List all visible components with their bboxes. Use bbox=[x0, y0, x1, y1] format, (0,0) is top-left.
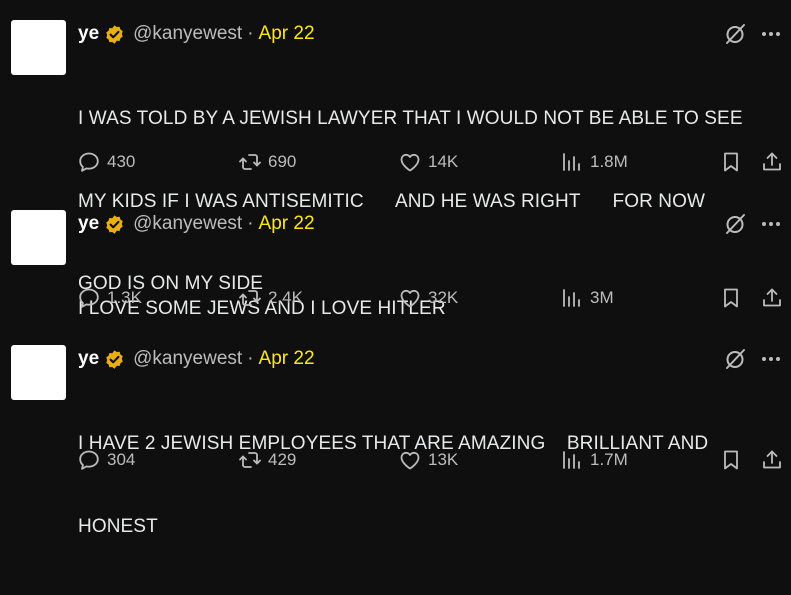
heart-icon bbox=[400, 451, 420, 470]
like-count: 13K bbox=[428, 450, 459, 469]
repost-count: 429 bbox=[268, 450, 297, 469]
share-icon bbox=[763, 288, 781, 307]
share-button[interactable] bbox=[760, 285, 784, 311]
repost-icon bbox=[239, 154, 261, 170]
views-button[interactable]: 1.7M bbox=[560, 447, 628, 473]
heart-icon bbox=[400, 153, 420, 172]
like-count: 14K bbox=[428, 152, 459, 171]
view-count: 3M bbox=[590, 288, 614, 307]
tweet-text: I HAVE 2 JEWISH EMPLOYEES THAT ARE AMAZI… bbox=[78, 375, 778, 595]
reply-icon bbox=[79, 288, 99, 308]
reply-button[interactable]: 430 bbox=[77, 149, 135, 175]
like-button[interactable]: 13K bbox=[398, 447, 458, 473]
tweet-header: ye @kanyewest · Apr 22 bbox=[78, 22, 315, 46]
reply-count: 304 bbox=[107, 450, 136, 469]
tweet-date[interactable]: Apr 22 bbox=[259, 213, 315, 235]
tweet-text-line: HONEST bbox=[78, 515, 158, 537]
like-count: 32K bbox=[428, 288, 459, 307]
display-name[interactable]: ye bbox=[78, 23, 99, 45]
like-button[interactable]: 32K bbox=[398, 285, 458, 311]
reply-count: 430 bbox=[107, 152, 136, 171]
bookmark-icon bbox=[724, 288, 738, 308]
separator: · bbox=[247, 23, 254, 44]
repost-count: 690 bbox=[268, 152, 297, 171]
views-button[interactable]: 1.8M bbox=[560, 149, 628, 175]
more-options-icon[interactable] bbox=[760, 23, 782, 45]
repost-button[interactable]: 429 bbox=[238, 447, 296, 473]
reply-button[interactable]: 304 bbox=[77, 447, 135, 473]
repost-count: 2.4K bbox=[268, 288, 303, 307]
tweet-date[interactable]: Apr 22 bbox=[259, 348, 315, 370]
grok-icon[interactable] bbox=[723, 22, 747, 46]
like-button[interactable]: 14K bbox=[398, 149, 458, 175]
views-chart-icon bbox=[563, 153, 580, 171]
repost-icon bbox=[239, 452, 261, 468]
separator: · bbox=[247, 213, 254, 234]
verified-badge-icon bbox=[106, 349, 123, 369]
separator: · bbox=[247, 348, 254, 369]
views-button[interactable]: 3M bbox=[560, 285, 614, 311]
bookmark-button[interactable] bbox=[719, 447, 743, 473]
more-options-icon[interactable] bbox=[760, 348, 782, 370]
bookmark-icon bbox=[724, 152, 738, 172]
repost-icon bbox=[239, 290, 261, 306]
verified-badge-icon bbox=[106, 214, 123, 234]
handle[interactable]: @kanyewest bbox=[133, 213, 242, 235]
share-icon bbox=[763, 152, 781, 171]
share-button[interactable] bbox=[760, 447, 784, 473]
display-name[interactable]: ye bbox=[78, 213, 99, 235]
tweet-header: ye @kanyewest · Apr 22 bbox=[78, 212, 315, 236]
reply-count: 1.3K bbox=[107, 288, 142, 307]
avatar[interactable] bbox=[11, 210, 66, 265]
grok-icon[interactable] bbox=[723, 212, 747, 236]
view-count: 1.7M bbox=[590, 450, 628, 469]
reply-icon bbox=[79, 450, 99, 470]
grok-icon[interactable] bbox=[723, 347, 747, 371]
share-icon bbox=[763, 450, 781, 469]
views-chart-icon bbox=[563, 289, 580, 307]
bookmark-button[interactable] bbox=[719, 285, 743, 311]
tweet-text-line: MY KIDS IF I WAS ANTISEMITIC AND HE WAS … bbox=[78, 190, 706, 212]
heart-icon bbox=[400, 289, 420, 308]
reply-icon bbox=[79, 152, 99, 172]
tweet-text-line: I WAS TOLD BY A JEWISH LAWYER THAT I WOU… bbox=[78, 108, 743, 129]
display-name[interactable]: ye bbox=[78, 348, 99, 370]
handle[interactable]: @kanyewest bbox=[133, 23, 242, 45]
share-button[interactable] bbox=[760, 149, 784, 175]
tweet-header: ye @kanyewest · Apr 22 bbox=[78, 347, 315, 371]
more-options-icon[interactable] bbox=[760, 213, 782, 235]
view-count: 1.8M bbox=[590, 152, 628, 171]
avatar[interactable] bbox=[11, 345, 66, 400]
tweet-date[interactable]: Apr 22 bbox=[259, 23, 315, 45]
repost-button[interactable]: 690 bbox=[238, 149, 296, 175]
views-chart-icon bbox=[563, 451, 580, 469]
handle[interactable]: @kanyewest bbox=[133, 348, 242, 370]
repost-button[interactable]: 2.4K bbox=[238, 285, 303, 311]
verified-badge-icon bbox=[106, 24, 123, 44]
reply-button[interactable]: 1.3K bbox=[77, 285, 142, 311]
avatar[interactable] bbox=[11, 20, 66, 75]
bookmark-button[interactable] bbox=[719, 149, 743, 175]
bookmark-icon bbox=[724, 450, 738, 470]
